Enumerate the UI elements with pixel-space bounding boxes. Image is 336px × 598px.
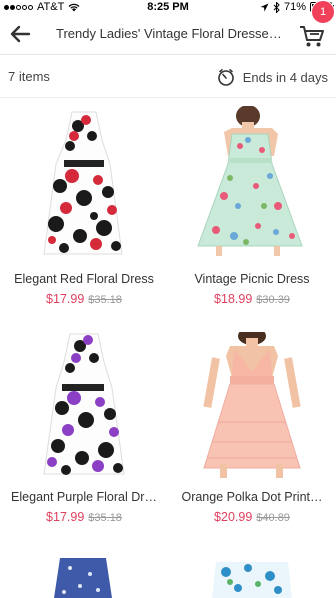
product-card[interactable] bbox=[0, 558, 168, 598]
ends-timer: Ends in 4 days bbox=[217, 68, 328, 86]
divider bbox=[0, 97, 336, 98]
product-prices: $17.99 $35.18 bbox=[0, 292, 168, 306]
battery-percent: 71% bbox=[283, 1, 306, 13]
items-count: 7 items bbox=[8, 69, 50, 84]
product-price: $20.99 bbox=[214, 510, 253, 524]
timer-icon bbox=[217, 69, 234, 86]
product-card[interactable]: Vintage Picnic Dress $18.99 $30.39 bbox=[168, 106, 336, 306]
back-arrow-icon[interactable] bbox=[9, 23, 31, 45]
product-card[interactable]: Elegant Red Floral Dress $17.99 $35.18 bbox=[0, 106, 168, 306]
product-old-price: $30.39 bbox=[256, 294, 290, 306]
product-name[interactable]: Orange Polka Dot Print… bbox=[168, 490, 336, 504]
nav-bar: Trendy Ladies' Vintage Floral Dresse… bbox=[0, 14, 336, 54]
product-image[interactable] bbox=[168, 558, 336, 598]
page-title: Trendy Ladies' Vintage Floral Dresse… bbox=[56, 26, 282, 41]
product-prices: $18.99 $30.39 bbox=[168, 292, 336, 306]
product-image[interactable] bbox=[168, 332, 336, 482]
product-card[interactable]: Elegant Purple Floral Dr… $17.99 $35.18 bbox=[0, 332, 168, 532]
product-image[interactable] bbox=[0, 558, 168, 598]
product-image[interactable] bbox=[0, 106, 168, 256]
product-card[interactable] bbox=[168, 558, 336, 598]
cart-count-badge[interactable]: 1 bbox=[311, 0, 335, 24]
product-image[interactable] bbox=[168, 106, 336, 256]
product-image[interactable] bbox=[0, 332, 168, 482]
product-old-price: $40.89 bbox=[256, 512, 290, 524]
product-name[interactable]: Elegant Purple Floral Dr… bbox=[0, 490, 168, 504]
status-bar: AT&T 8:25 PM 71% bbox=[0, 0, 336, 14]
product-old-price: $35.18 bbox=[88, 512, 122, 524]
product-price: $17.99 bbox=[46, 510, 85, 524]
ends-label: Ends in 4 days bbox=[242, 69, 328, 85]
product-old-price: $35.18 bbox=[88, 294, 122, 306]
product-card[interactable]: Orange Polka Dot Print… $20.99 $40.89 bbox=[168, 332, 336, 532]
product-name[interactable]: Vintage Picnic Dress bbox=[168, 272, 336, 286]
product-name[interactable]: Elegant Red Floral Dress bbox=[0, 272, 168, 286]
location-icon bbox=[260, 3, 269, 11]
bluetooth-icon bbox=[273, 1, 280, 13]
cart-icon[interactable] bbox=[299, 24, 325, 48]
product-prices: $20.99 $40.89 bbox=[168, 510, 336, 524]
product-prices: $17.99 $35.18 bbox=[0, 510, 168, 524]
product-price: $18.99 bbox=[214, 292, 253, 306]
divider bbox=[0, 54, 336, 55]
product-price: $17.99 bbox=[46, 292, 85, 306]
